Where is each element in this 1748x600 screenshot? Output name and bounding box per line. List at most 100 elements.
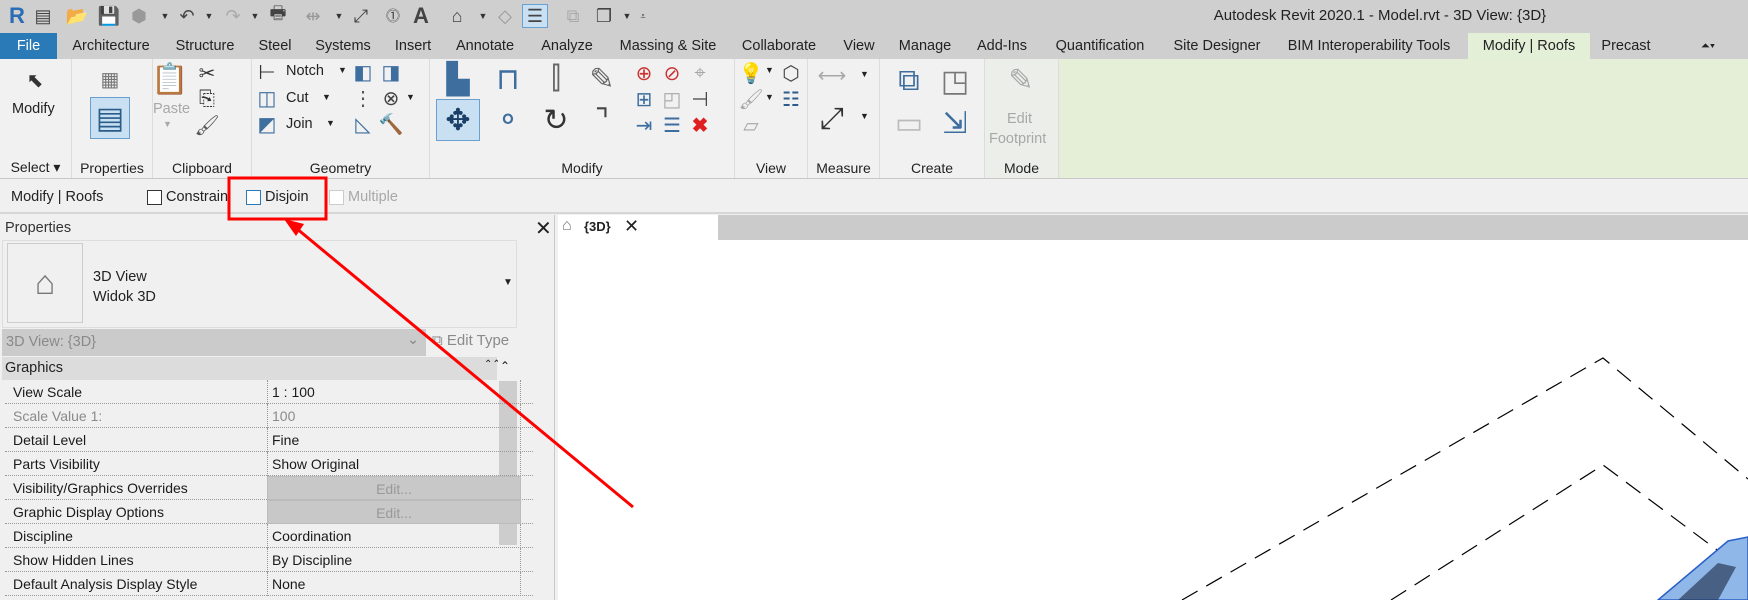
redo-icon[interactable]: ↷ — [222, 4, 244, 28]
chevron-down-icon[interactable]: ▼ — [860, 111, 869, 121]
mirror-draw-axis-icon[interactable]: ✎ — [580, 61, 624, 97]
text-icon[interactable]: A — [410, 3, 432, 28]
join-roof-icon[interactable]: ◺ — [352, 113, 374, 136]
property-row[interactable]: Detail Level Fine — [5, 428, 533, 452]
property-row[interactable]: Discipline Coordination — [5, 524, 533, 548]
property-value[interactable]: 100 — [267, 404, 521, 428]
tab-systems[interactable]: Systems — [310, 33, 376, 59]
tab-bim-interoperability-tools[interactable]: BIM Interoperability Tools — [1280, 33, 1458, 59]
tab-file[interactable]: File — [0, 33, 57, 59]
property-value[interactable]: 1 : 100 — [267, 380, 521, 404]
tab-site-designer[interactable]: Site Designer — [1165, 33, 1269, 59]
linework-icon[interactable]: 🖌 — [738, 87, 763, 111]
print-icon[interactable]: 🖶 — [266, 3, 290, 28]
tab-precast[interactable]: Precast — [1596, 33, 1656, 59]
match-type-properties-icon[interactable]: 🖌 — [194, 113, 219, 137]
rotate-icon[interactable]: ↻ — [534, 99, 578, 141]
section-icon[interactable]: ◇ — [494, 4, 516, 28]
create-assembly-icon[interactable]: ⧉ — [888, 61, 930, 101]
property-row[interactable]: View Scale 1 : 100 — [5, 380, 533, 404]
minimize-ribbon-icon[interactable]: ⏶▾ — [1688, 33, 1728, 59]
chevron-down-icon[interactable]: ▼ — [765, 92, 774, 102]
edit-button[interactable]: Edit... — [267, 500, 521, 524]
property-row[interactable]: Show Hidden Lines By Discipline — [5, 548, 533, 572]
pin-icon[interactable]: ⊣ — [688, 87, 712, 111]
property-value[interactable]: None — [267, 572, 521, 596]
paste-icon[interactable]: 📋 — [151, 61, 188, 97]
property-value[interactable]: By Discipline — [267, 548, 521, 572]
wall-joins-icon[interactable]: ◨ — [380, 61, 402, 84]
undo-icon[interactable]: ↶ — [176, 4, 198, 28]
chevron-down-icon[interactable]: ▼ — [322, 92, 331, 102]
property-value[interactable]: Show Original — [267, 452, 521, 476]
3d-model-canvas[interactable] — [558, 215, 1748, 600]
cut-geometry-icon[interactable]: ◫ — [256, 87, 278, 110]
chevron-down-icon[interactable]: ▼ — [860, 69, 869, 79]
edit-footprint-label[interactable]: Edit — [1007, 111, 1032, 127]
revit-logo-icon[interactable]: R — [6, 3, 28, 28]
panel-label-select[interactable]: Select ▾ — [0, 159, 71, 176]
measure-between-icon[interactable]: ⟷ — [812, 63, 852, 87]
cut-scissors-icon[interactable]: ✂ — [195, 61, 219, 85]
chevron-down-icon[interactable]: ▼ — [160, 4, 170, 28]
hide-elements-icon[interactable]: ☷ — [779, 87, 803, 111]
aligned-dimension-icon[interactable]: ⤢ — [812, 99, 852, 139]
group-header-graphics[interactable]: Graphics ⌃⌃ — [2, 357, 501, 380]
copy-element-icon[interactable]: ⚬ — [486, 99, 530, 141]
chevron-down-icon[interactable]: ▼ — [326, 118, 335, 128]
trim-extend-multiple-icon[interactable]: ☰ — [660, 113, 684, 137]
join-button[interactable]: Join — [286, 116, 313, 132]
property-value[interactable]: Fine — [267, 428, 521, 452]
tab-view[interactable]: View — [836, 33, 882, 59]
property-row[interactable]: Scale Value 1: 100 — [5, 404, 533, 428]
cope-icon[interactable]: ◧ — [352, 61, 374, 84]
create-parts-icon[interactable]: ◳ — [934, 61, 976, 101]
create-group-icon[interactable]: ▭ — [888, 103, 930, 143]
property-value[interactable]: Coordination — [267, 524, 521, 548]
chevron-down-icon[interactable]: ▼ — [338, 65, 347, 75]
scroll-up-icon[interactable]: ⌃ — [500, 359, 510, 373]
tab-quantification[interactable]: Quantification — [1046, 33, 1154, 59]
chevron-down-icon[interactable]: ▼ — [334, 4, 344, 28]
scale-icon[interactable]: ◰ — [660, 87, 684, 111]
copy-icon[interactable]: ⎘ — [195, 87, 219, 111]
chevron-down-icon[interactable]: ▼ — [765, 65, 774, 75]
type-properties-icon[interactable]: ▦ — [90, 63, 130, 95]
chevron-down-icon[interactable]: ▼ — [478, 4, 488, 28]
property-row[interactable]: Default Analysis Display Style None — [5, 572, 533, 596]
close-inactive-icon[interactable]: ⧉ — [562, 4, 584, 28]
tab-analyze[interactable]: Analyze — [534, 33, 600, 59]
edit-footprint-label-2[interactable]: Footprint — [989, 131, 1046, 147]
chevron-down-icon[interactable]: ▼ — [406, 92, 415, 102]
notch-icon[interactable]: ⊢ — [256, 61, 278, 84]
measure-icon[interactable]: ⇹ — [302, 4, 324, 28]
chevron-down-icon[interactable]: ▼ — [622, 4, 632, 28]
unpin-icon[interactable]: ⌖ — [688, 61, 712, 85]
move-icon[interactable]: ✥ — [436, 99, 480, 141]
align-icon[interactable]: ▙ — [436, 61, 480, 97]
notch-button[interactable]: Notch — [286, 63, 324, 79]
property-row[interactable]: Graphic Display Options Edit... — [5, 500, 533, 524]
trim-extend-corner-icon[interactable]: ⌝ — [580, 99, 624, 141]
disjoin-checkbox[interactable] — [246, 190, 261, 205]
instance-selector[interactable]: 3D View: {3D} ⌄ — [2, 329, 426, 356]
tab-add-ins[interactable]: Add-Ins — [970, 33, 1034, 59]
demolish-hammer-icon[interactable]: 🔨 — [379, 113, 404, 136]
paint-icon[interactable]: ⊗ — [380, 87, 402, 110]
chevron-down-icon[interactable]: ▼ — [204, 4, 214, 28]
properties-icon[interactable]: ▤ — [90, 97, 130, 139]
multiple-checkbox[interactable] — [329, 190, 344, 205]
recent-files-icon[interactable]: ▤ — [32, 4, 54, 28]
create-similar-icon[interactable]: ⇲ — [934, 103, 976, 143]
tab-steel[interactable]: Steel — [252, 33, 298, 59]
join-geometry-icon[interactable]: ◩ — [256, 113, 278, 136]
tab-modify-roofs[interactable]: Modify | Roofs — [1468, 33, 1590, 59]
delete-icon[interactable]: ✖ — [688, 113, 712, 137]
tab-manage[interactable]: Manage — [892, 33, 958, 59]
mirror-pick-axis-icon[interactable]: ⫿ — [534, 61, 578, 97]
customize-toolbar-icon[interactable]: ⩡ — [638, 4, 648, 28]
sync-icon[interactable]: ⬢ — [128, 4, 150, 28]
tab-annotate[interactable]: Annotate — [448, 33, 522, 59]
switch-windows-icon[interactable]: ❐ — [592, 4, 616, 28]
hide-in-view-icon[interactable]: ⬡ — [779, 61, 803, 85]
